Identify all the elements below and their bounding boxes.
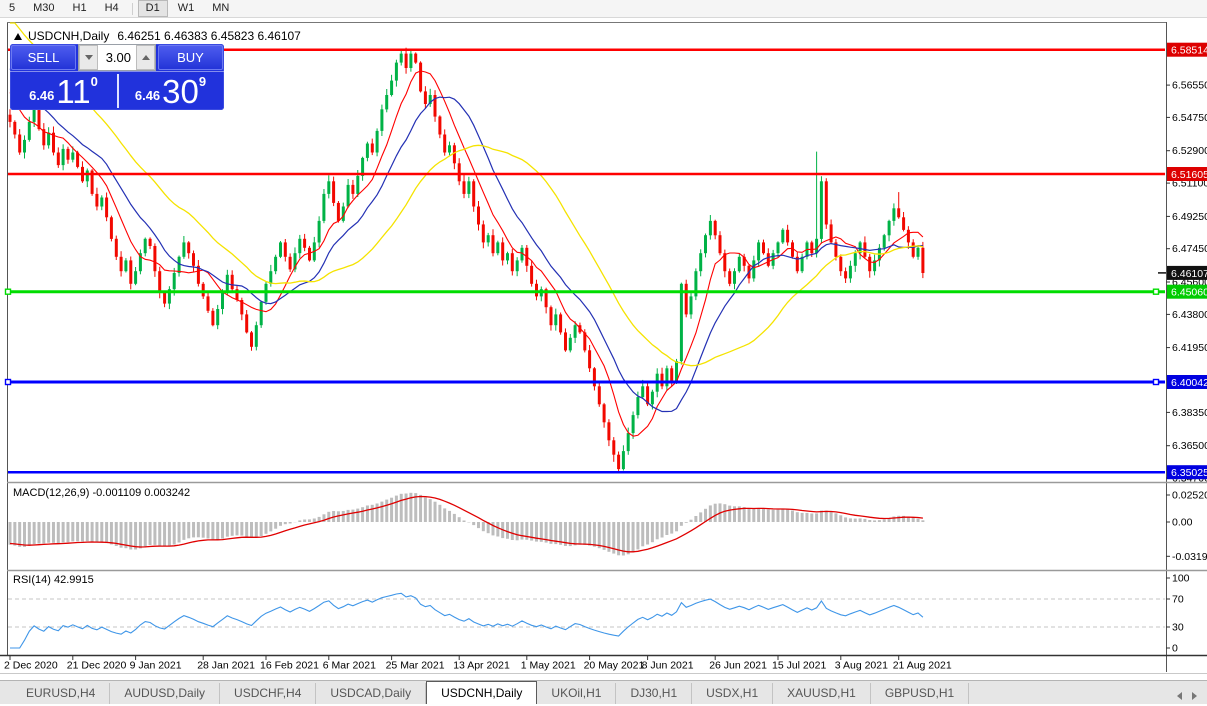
svg-text:6.54750: 6.54750 [1172,112,1207,124]
macd-indicator [10,493,923,556]
tab-usdchf-h4[interactable]: USDCHF,H4 [220,683,316,704]
volume-increase-button[interactable] [136,45,155,70]
sell-price-pips: 11 [56,77,90,107]
tab-usdx-h1[interactable]: USDX,H1 [692,683,773,704]
svg-text:-0.031995: -0.031995 [1172,551,1207,563]
svg-text:6 Mar 2021: 6 Mar 2021 [323,660,376,672]
tabs-scroll-right-icon[interactable] [1192,692,1197,700]
svg-text:6.52900: 6.52900 [1172,145,1207,157]
tab-usdcad-daily[interactable]: USDCAD,Daily [316,683,426,704]
tab-eurusd-h4[interactable]: EURUSD,H4 [12,683,110,704]
macd-values: -0.001109 0.003242 [92,487,190,499]
price-axis: 6.565506.547506.529006.511006.492506.474… [1166,43,1207,485]
svg-text:25 Mar 2021: 25 Mar 2021 [386,660,445,672]
macd-label: MACD(12,26,9) -0.001109 0.003242 [13,487,190,499]
buy-button[interactable]: BUY [158,45,223,70]
sell-price-prefix: 6.46 [29,88,54,103]
volume-decrease-button[interactable] [79,45,98,70]
sell-button[interactable]: SELL [11,45,76,70]
svg-text:100: 100 [1172,573,1190,585]
svg-text:6.47450: 6.47450 [1172,243,1207,255]
svg-text:21 Aug 2021: 21 Aug 2021 [893,660,952,672]
svg-text:6.51605: 6.51605 [1171,169,1207,181]
svg-text:6.41950: 6.41950 [1172,342,1207,354]
buy-price-display[interactable]: 6.46 30 9 [117,72,224,110]
buy-price-pips: 30 [162,77,199,107]
rsi-label: RSI(14) 42.9915 [13,574,94,586]
date-axis: 2 Dec 2020 21 Dec 20209 Jan 2021 28 Jan 20… [4,656,952,672]
price-divider [117,74,119,108]
buy-price-point: 9 [199,74,206,89]
volume-spinner: 3.00 [78,44,156,71]
chevron-down-icon [85,55,93,60]
svg-text:28 Jan 2021: 28 Jan 2021 [197,660,255,672]
symbol-label: USDCNH,Daily [28,29,109,43]
svg-text:3 Aug 2021: 3 Aug 2021 [835,660,888,672]
svg-text:6.36500: 6.36500 [1172,440,1207,452]
line-anchor-marker [1154,289,1159,294]
svg-text:6.35025: 6.35025 [1171,467,1207,479]
sell-price-point: 0 [91,74,98,89]
sell-price-display[interactable]: 6.46 11 0 [10,72,117,110]
tab-dj30-h1[interactable]: DJ30,H1 [616,683,692,704]
svg-text:0: 0 [1172,643,1178,655]
svg-text:9 Jan 2021: 9 Jan 2021 [130,660,182,672]
svg-text:6.43800: 6.43800 [1172,309,1207,321]
tab-gbpusd-h1[interactable]: GBPUSD,H1 [871,683,969,704]
tab-xauusd-h1[interactable]: XAUUSD,H1 [773,683,871,704]
svg-text:13 Apr 2021: 13 Apr 2021 [453,660,510,672]
rsi-value: 42.9915 [54,574,94,586]
chart-tabs-bar: EURUSD,H4 AUDUSD,Daily USDCHF,H4 USDCAD,… [0,680,1207,704]
macd-name: MACD(12,26,9) [13,487,89,499]
trading-platform-window: 5 M30 H1 H4 D1 W1 MN 6.565506.547506.529… [0,0,1207,706]
svg-text:6.49250: 6.49250 [1172,211,1207,223]
line-anchor-marker [6,289,11,294]
svg-text:2 Dec 2020: 2 Dec 2020 [4,660,58,672]
svg-text:26 Jun 2021: 26 Jun 2021 [709,660,767,672]
svg-text:8 Jun 2021: 8 Jun 2021 [642,660,694,672]
svg-text:20 May 2021: 20 May 2021 [584,660,645,672]
svg-text:16 Feb 2021: 16 Feb 2021 [260,660,319,672]
tab-scroll-arrows [1177,692,1207,704]
tab-ukoil-h1[interactable]: UKOil,H1 [537,683,616,704]
svg-text:1 May 2021: 1 May 2021 [521,660,576,672]
svg-text:0.00: 0.00 [1172,517,1193,529]
svg-text:6.58514: 6.58514 [1171,45,1207,57]
svg-text:6.38350: 6.38350 [1172,407,1207,419]
chart-title: USDCNH,Daily 6.46251 6.46383 6.45823 6.4… [14,29,301,43]
svg-text:21 Dec 2020: 21 Dec 2020 [67,660,127,672]
trade-panel-prices: 6.46 11 0 6.46 30 9 [10,72,224,110]
one-click-trade-panel: SELL 3.00 BUY 6.46 11 0 6.46 30 9 [10,44,224,110]
volume-input[interactable]: 3.00 [98,45,136,70]
tab-audusd-daily[interactable]: AUDUSD,Daily [110,683,220,704]
svg-text:6.46107: 6.46107 [1171,268,1207,280]
line-anchor-marker [6,380,11,385]
collapse-icon[interactable] [14,33,22,40]
trade-panel-top-row: SELL 3.00 BUY [10,44,224,72]
svg-text:6.45060: 6.45060 [1171,287,1207,299]
tabs-scroll-left-icon[interactable] [1177,692,1182,700]
svg-text:70: 70 [1172,594,1184,606]
svg-text:0.025209: 0.025209 [1172,490,1207,502]
rsi-name: RSI(14) [13,574,51,586]
chevron-up-icon [142,55,150,60]
svg-text:6.40042: 6.40042 [1171,377,1207,389]
indicator-axes: 0.025209 0.00 -0.031995 100 70 30 0 [1166,490,1207,655]
svg-text:6.56550: 6.56550 [1172,80,1207,92]
buy-price-prefix: 6.46 [135,88,160,103]
line-anchor-marker [1154,380,1159,385]
svg-text:30: 30 [1172,622,1184,634]
chart-frame [0,22,1207,674]
rsi-indicator [8,593,1165,648]
svg-text:15 Jul 2021: 15 Jul 2021 [772,660,826,672]
tab-usdcnh-daily[interactable]: USDCNH,Daily [426,681,537,704]
ohlc-values: 6.46251 6.46383 6.45823 6.46107 [117,29,301,43]
